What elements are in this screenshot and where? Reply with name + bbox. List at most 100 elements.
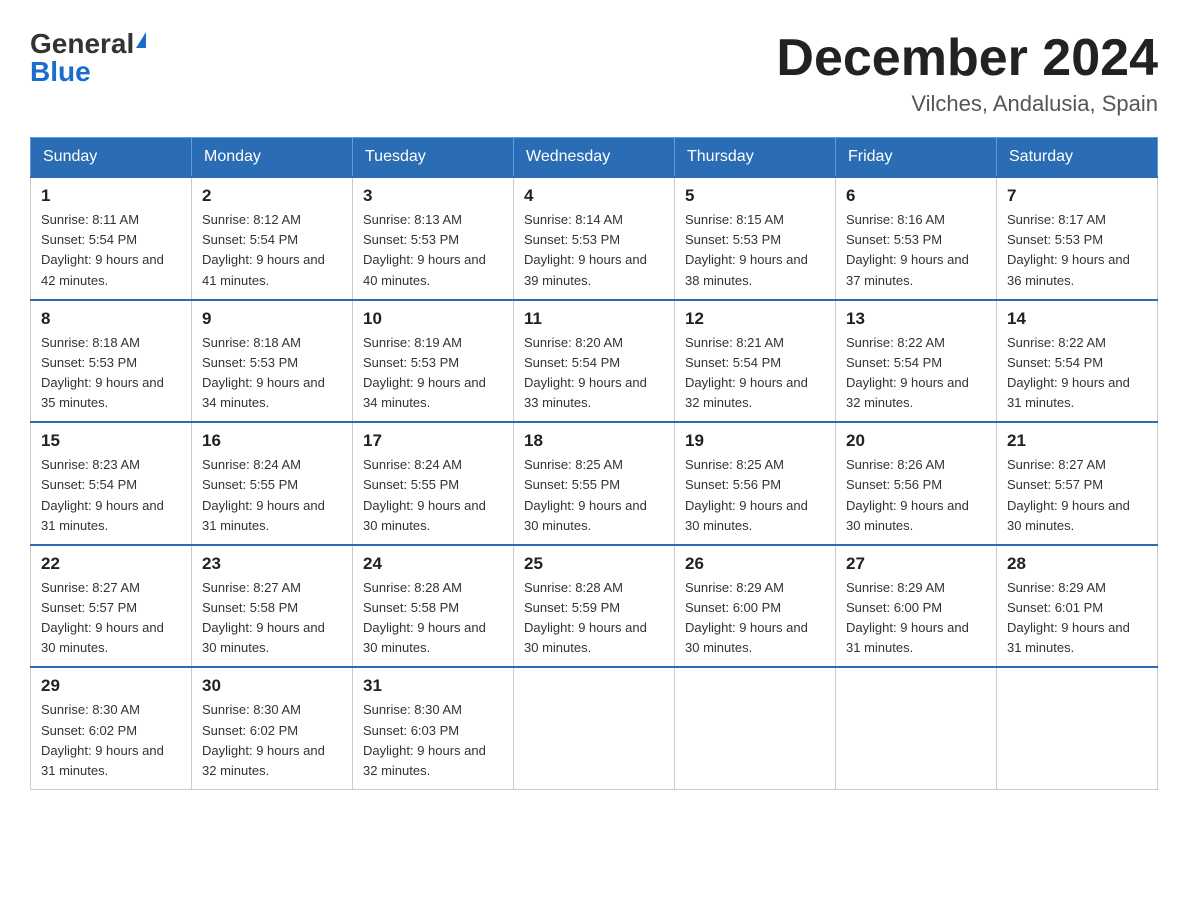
calendar-day-header: Thursday <box>675 138 836 178</box>
day-info: Sunrise: 8:27 AMSunset: 5:57 PMDaylight:… <box>41 580 164 655</box>
day-info: Sunrise: 8:28 AMSunset: 5:59 PMDaylight:… <box>524 580 647 655</box>
day-info: Sunrise: 8:30 AMSunset: 6:02 PMDaylight:… <box>202 702 325 777</box>
day-number: 8 <box>41 309 181 329</box>
day-number: 3 <box>363 186 503 206</box>
day-info: Sunrise: 8:23 AMSunset: 5:54 PMDaylight:… <box>41 457 164 532</box>
day-info: Sunrise: 8:15 AMSunset: 5:53 PMDaylight:… <box>685 212 808 287</box>
calendar-day-cell: 1 Sunrise: 8:11 AMSunset: 5:54 PMDayligh… <box>31 177 192 300</box>
title-area: December 2024 Vilches, Andalusia, Spain <box>776 30 1158 117</box>
day-info: Sunrise: 8:28 AMSunset: 5:58 PMDaylight:… <box>363 580 486 655</box>
day-info: Sunrise: 8:29 AMSunset: 6:00 PMDaylight:… <box>685 580 808 655</box>
day-info: Sunrise: 8:24 AMSunset: 5:55 PMDaylight:… <box>363 457 486 532</box>
day-number: 10 <box>363 309 503 329</box>
day-info: Sunrise: 8:29 AMSunset: 6:01 PMDaylight:… <box>1007 580 1130 655</box>
logo-blue-text: Blue <box>30 58 91 86</box>
logo-triangle-icon <box>136 32 146 48</box>
calendar-week-row: 15 Sunrise: 8:23 AMSunset: 5:54 PMDaylig… <box>31 422 1158 545</box>
calendar-day-cell: 8 Sunrise: 8:18 AMSunset: 5:53 PMDayligh… <box>31 300 192 423</box>
day-info: Sunrise: 8:13 AMSunset: 5:53 PMDaylight:… <box>363 212 486 287</box>
day-info: Sunrise: 8:14 AMSunset: 5:53 PMDaylight:… <box>524 212 647 287</box>
day-number: 30 <box>202 676 342 696</box>
calendar-day-cell: 3 Sunrise: 8:13 AMSunset: 5:53 PMDayligh… <box>353 177 514 300</box>
location-subtitle: Vilches, Andalusia, Spain <box>776 91 1158 117</box>
calendar-day-cell: 31 Sunrise: 8:30 AMSunset: 6:03 PMDaylig… <box>353 667 514 789</box>
day-number: 7 <box>1007 186 1147 206</box>
day-number: 4 <box>524 186 664 206</box>
calendar-day-cell: 16 Sunrise: 8:24 AMSunset: 5:55 PMDaylig… <box>192 422 353 545</box>
calendar-day-cell: 19 Sunrise: 8:25 AMSunset: 5:56 PMDaylig… <box>675 422 836 545</box>
day-number: 12 <box>685 309 825 329</box>
day-number: 29 <box>41 676 181 696</box>
calendar-day-cell: 14 Sunrise: 8:22 AMSunset: 5:54 PMDaylig… <box>997 300 1158 423</box>
calendar-day-cell: 2 Sunrise: 8:12 AMSunset: 5:54 PMDayligh… <box>192 177 353 300</box>
calendar-day-cell <box>675 667 836 789</box>
calendar-header-row: SundayMondayTuesdayWednesdayThursdayFrid… <box>31 138 1158 178</box>
calendar-day-header: Friday <box>836 138 997 178</box>
day-info: Sunrise: 8:26 AMSunset: 5:56 PMDaylight:… <box>846 457 969 532</box>
calendar-week-row: 8 Sunrise: 8:18 AMSunset: 5:53 PMDayligh… <box>31 300 1158 423</box>
day-info: Sunrise: 8:19 AMSunset: 5:53 PMDaylight:… <box>363 335 486 410</box>
calendar-day-cell: 22 Sunrise: 8:27 AMSunset: 5:57 PMDaylig… <box>31 545 192 668</box>
logo: General Blue <box>30 30 146 86</box>
calendar-day-cell: 21 Sunrise: 8:27 AMSunset: 5:57 PMDaylig… <box>997 422 1158 545</box>
calendar-day-cell: 28 Sunrise: 8:29 AMSunset: 6:01 PMDaylig… <box>997 545 1158 668</box>
day-number: 14 <box>1007 309 1147 329</box>
day-number: 2 <box>202 186 342 206</box>
day-number: 28 <box>1007 554 1147 574</box>
calendar-day-cell: 4 Sunrise: 8:14 AMSunset: 5:53 PMDayligh… <box>514 177 675 300</box>
calendar-day-header: Tuesday <box>353 138 514 178</box>
calendar-day-header: Saturday <box>997 138 1158 178</box>
day-info: Sunrise: 8:16 AMSunset: 5:53 PMDaylight:… <box>846 212 969 287</box>
day-number: 13 <box>846 309 986 329</box>
page-header: General Blue December 2024 Vilches, Anda… <box>30 30 1158 117</box>
day-number: 23 <box>202 554 342 574</box>
calendar-day-cell: 29 Sunrise: 8:30 AMSunset: 6:02 PMDaylig… <box>31 667 192 789</box>
day-info: Sunrise: 8:11 AMSunset: 5:54 PMDaylight:… <box>41 212 164 287</box>
calendar-day-header: Wednesday <box>514 138 675 178</box>
day-number: 16 <box>202 431 342 451</box>
month-title: December 2024 <box>776 30 1158 87</box>
day-number: 31 <box>363 676 503 696</box>
day-info: Sunrise: 8:17 AMSunset: 5:53 PMDaylight:… <box>1007 212 1130 287</box>
day-number: 26 <box>685 554 825 574</box>
day-info: Sunrise: 8:21 AMSunset: 5:54 PMDaylight:… <box>685 335 808 410</box>
calendar-day-cell: 10 Sunrise: 8:19 AMSunset: 5:53 PMDaylig… <box>353 300 514 423</box>
calendar-day-header: Monday <box>192 138 353 178</box>
day-number: 19 <box>685 431 825 451</box>
calendar-day-cell: 6 Sunrise: 8:16 AMSunset: 5:53 PMDayligh… <box>836 177 997 300</box>
calendar-day-cell <box>514 667 675 789</box>
calendar-day-cell: 23 Sunrise: 8:27 AMSunset: 5:58 PMDaylig… <box>192 545 353 668</box>
day-number: 22 <box>41 554 181 574</box>
logo-general-text: General <box>30 30 134 58</box>
calendar-week-row: 22 Sunrise: 8:27 AMSunset: 5:57 PMDaylig… <box>31 545 1158 668</box>
day-info: Sunrise: 8:27 AMSunset: 5:57 PMDaylight:… <box>1007 457 1130 532</box>
day-info: Sunrise: 8:30 AMSunset: 6:03 PMDaylight:… <box>363 702 486 777</box>
calendar-day-cell: 24 Sunrise: 8:28 AMSunset: 5:58 PMDaylig… <box>353 545 514 668</box>
day-number: 21 <box>1007 431 1147 451</box>
day-number: 15 <box>41 431 181 451</box>
day-info: Sunrise: 8:29 AMSunset: 6:00 PMDaylight:… <box>846 580 969 655</box>
calendar-table: SundayMondayTuesdayWednesdayThursdayFrid… <box>30 137 1158 790</box>
day-number: 18 <box>524 431 664 451</box>
calendar-day-cell <box>836 667 997 789</box>
calendar-day-cell: 9 Sunrise: 8:18 AMSunset: 5:53 PMDayligh… <box>192 300 353 423</box>
day-number: 5 <box>685 186 825 206</box>
day-info: Sunrise: 8:22 AMSunset: 5:54 PMDaylight:… <box>1007 335 1130 410</box>
calendar-day-cell: 18 Sunrise: 8:25 AMSunset: 5:55 PMDaylig… <box>514 422 675 545</box>
calendar-day-cell: 25 Sunrise: 8:28 AMSunset: 5:59 PMDaylig… <box>514 545 675 668</box>
calendar-week-row: 29 Sunrise: 8:30 AMSunset: 6:02 PMDaylig… <box>31 667 1158 789</box>
day-info: Sunrise: 8:25 AMSunset: 5:55 PMDaylight:… <box>524 457 647 532</box>
calendar-day-cell: 30 Sunrise: 8:30 AMSunset: 6:02 PMDaylig… <box>192 667 353 789</box>
calendar-day-cell: 15 Sunrise: 8:23 AMSunset: 5:54 PMDaylig… <box>31 422 192 545</box>
calendar-day-cell: 12 Sunrise: 8:21 AMSunset: 5:54 PMDaylig… <box>675 300 836 423</box>
calendar-day-cell <box>997 667 1158 789</box>
day-info: Sunrise: 8:24 AMSunset: 5:55 PMDaylight:… <box>202 457 325 532</box>
day-info: Sunrise: 8:25 AMSunset: 5:56 PMDaylight:… <box>685 457 808 532</box>
day-info: Sunrise: 8:18 AMSunset: 5:53 PMDaylight:… <box>41 335 164 410</box>
day-number: 27 <box>846 554 986 574</box>
calendar-day-cell: 13 Sunrise: 8:22 AMSunset: 5:54 PMDaylig… <box>836 300 997 423</box>
day-info: Sunrise: 8:18 AMSunset: 5:53 PMDaylight:… <box>202 335 325 410</box>
day-number: 11 <box>524 309 664 329</box>
calendar-day-cell: 17 Sunrise: 8:24 AMSunset: 5:55 PMDaylig… <box>353 422 514 545</box>
day-info: Sunrise: 8:12 AMSunset: 5:54 PMDaylight:… <box>202 212 325 287</box>
